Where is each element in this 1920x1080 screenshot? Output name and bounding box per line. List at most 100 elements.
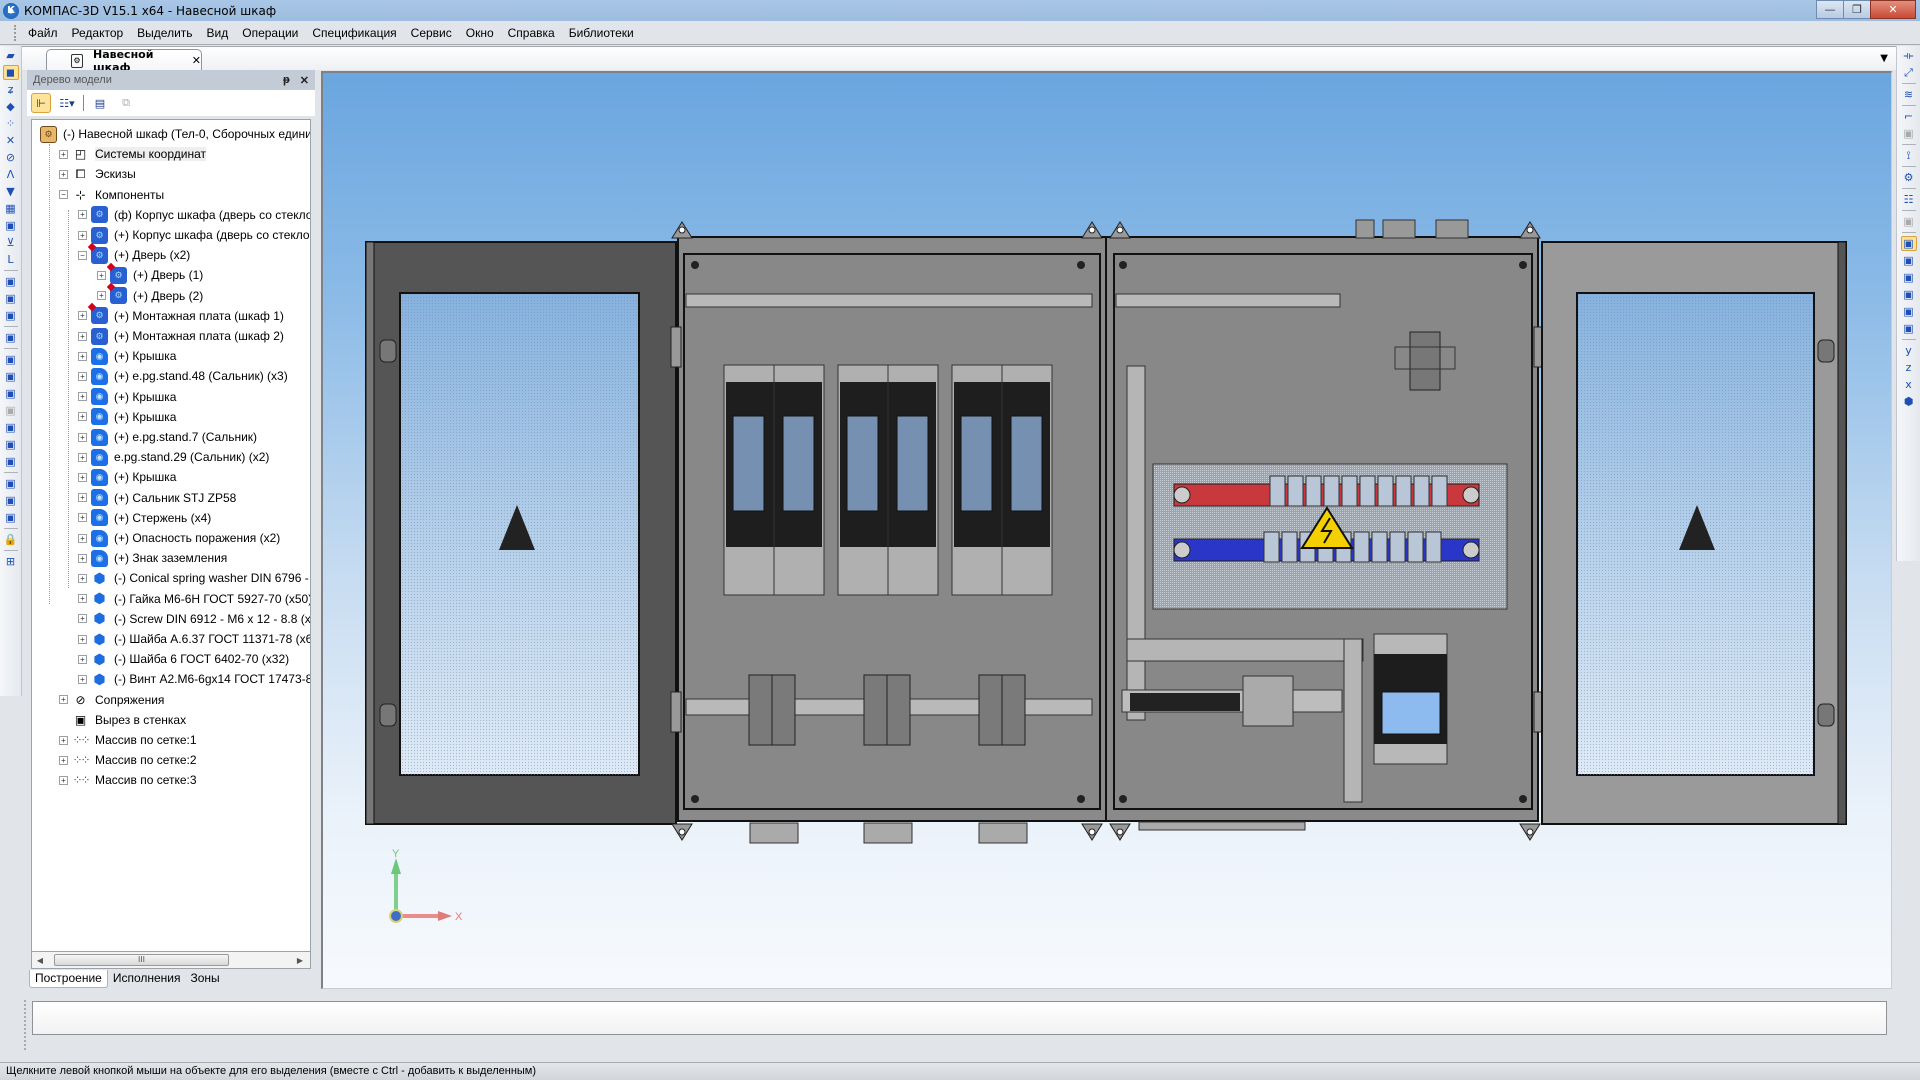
tree-item[interactable]: + ⁘⁘ Массив по сетке:1 <box>59 730 197 750</box>
hole-icon[interactable]: ▣ <box>3 352 19 367</box>
paperclip-icon[interactable]: ⊘ <box>3 150 19 165</box>
layers-icon[interactable]: ≋ <box>1901 87 1917 102</box>
copy-properties-icon[interactable]: ⧉ <box>116 93 136 113</box>
menu-file[interactable]: Файл <box>21 26 65 40</box>
tree-item[interactable]: + ⚙ (+) Монтажная плата (шкаф 1) <box>78 306 284 326</box>
front-view-icon[interactable]: ▣ <box>1901 253 1917 268</box>
right-view-icon[interactable]: ▣ <box>1901 304 1917 319</box>
document-tab[interactable]: ⚙ Навесной шкаф ✕ <box>46 48 202 74</box>
panel-close-icon[interactable]: ✕ <box>300 74 309 87</box>
tree-item[interactable]: + ◉ e.pg.stand.29 (Сальник) (x2) <box>78 447 269 467</box>
tree-item[interactable]: − ⊹ Компоненты <box>59 185 164 205</box>
expand-icon[interactable]: + <box>59 735 68 745</box>
tree-item[interactable]: + ⁘⁘ Массив по сетке:2 <box>59 750 197 770</box>
collapse-icon[interactable]: − <box>59 190 68 200</box>
left-view-icon[interactable]: ▣ <box>1901 287 1917 302</box>
tree-item[interactable]: + ⚙ (ф) Корпус шкафа (дверь со стеклом <box>78 205 310 225</box>
tree-item[interactable]: + ⚙ (+) Монтажная плата (шкаф 2) <box>78 326 284 346</box>
menu-grip[interactable] <box>14 24 17 41</box>
tree-item[interactable]: + ◉ (+) Крышка <box>78 467 176 487</box>
tree-item[interactable]: + ⚙ (+) Корпус шкафа (дверь со стеклом <box>78 225 310 245</box>
menu-help[interactable]: Справка <box>501 26 562 40</box>
expand-icon[interactable]: + <box>97 270 106 280</box>
document-properties-icon[interactable]: ▤ <box>90 93 110 113</box>
disabled-icon[interactable]: ▣ <box>3 403 19 418</box>
expand-icon[interactable]: + <box>78 351 87 361</box>
tree-item[interactable]: + ◰ Системы координат <box>59 144 206 164</box>
measure-icon[interactable]: ⊻ <box>3 235 19 250</box>
tab-build[interactable]: Построение <box>29 970 108 988</box>
tree-item[interactable]: ▣ Вырез в стенках <box>59 710 186 730</box>
view-disabled-icon[interactable]: ▣ <box>1901 214 1917 229</box>
tree-item[interactable]: + ⚙ (+) Дверь (1) <box>97 265 203 285</box>
right-door[interactable] <box>1541 241 1847 825</box>
create-component-icon[interactable]: ▣ <box>3 330 19 345</box>
menu-window[interactable]: Окно <box>459 26 501 40</box>
loft-icon[interactable]: ▣ <box>3 420 19 435</box>
dimension-icon[interactable]: ⟛ <box>1901 48 1917 63</box>
chamfer-icon[interactable]: ▣ <box>3 386 19 401</box>
tab-versions[interactable]: Исполнения <box>108 970 186 988</box>
expand-icon[interactable]: + <box>97 291 106 301</box>
right-cabinet[interactable] <box>1105 219 1545 831</box>
table-icon[interactable]: ▦ <box>3 201 19 216</box>
expand-icon[interactable]: + <box>78 573 87 583</box>
solid-view-icon[interactable]: ⬢ <box>1901 394 1917 409</box>
menu-view[interactable]: Вид <box>200 26 236 40</box>
compass-icon[interactable]: Λ <box>3 167 19 182</box>
tree-item[interactable]: + ◉ (+) Крышка <box>78 346 176 366</box>
expand-icon[interactable]: + <box>78 614 87 624</box>
expand-icon[interactable]: + <box>78 210 87 220</box>
menu-select[interactable]: Выделить <box>130 26 199 40</box>
pocket-icon[interactable]: ▣ <box>3 437 19 452</box>
expand-icon[interactable]: + <box>59 695 68 705</box>
command-input-bar[interactable] <box>32 1001 1887 1035</box>
view-y-icon[interactable]: y <box>1901 343 1917 358</box>
tab-list-dropdown-icon[interactable]: ▼ <box>1880 53 1888 64</box>
expand-icon[interactable]: + <box>59 775 68 785</box>
tree-item[interactable]: + ⁘⁘ Массив по сетке:3 <box>59 770 197 790</box>
pin-icon[interactable]: ᵽ <box>283 74 290 86</box>
expand-icon[interactable]: + <box>78 493 87 503</box>
menu-service[interactable]: Сервис <box>404 26 459 40</box>
expand-icon[interactable]: + <box>59 169 68 179</box>
scroll-thumb[interactable]: III <box>54 954 229 966</box>
tree-item[interactable]: + ⬢ (-) Шайба A.6.37 ГОСТ 11371-78 (x64) <box>78 629 310 649</box>
cabinet-model[interactable]: Y X <box>323 73 1892 989</box>
tree-item[interactable]: + ⬢ (-) Screw DIN 6912 - M6 x 12 - 8.8 (x1… <box>78 609 310 629</box>
expand-icon[interactable]: + <box>78 472 87 482</box>
view-z-icon[interactable]: z <box>1901 360 1917 375</box>
menu-specification[interactable]: Спецификация <box>305 26 403 40</box>
tree-structure-icon[interactable]: ⊩ <box>31 93 51 113</box>
menu-libraries[interactable]: Библиотеки <box>562 26 641 40</box>
command-bar-grip[interactable] <box>24 1000 27 1050</box>
left-cabinet[interactable] <box>670 236 1107 844</box>
rib-icon[interactable]: ▣ <box>3 454 19 469</box>
top-view-icon[interactable]: ▣ <box>1901 321 1917 336</box>
tree-item[interactable]: + ◉ (+) Опасность поражения (x2) <box>78 528 280 548</box>
left-door[interactable] <box>365 241 677 825</box>
expand-icon[interactable]: + <box>78 412 87 422</box>
tree-item[interactable]: + ◉ (+) Стержень (x4) <box>78 508 211 528</box>
tree-item[interactable]: + ⬢ (-) Гайка M6-6H ГОСТ 5927-70 (x50) <box>78 589 310 609</box>
edit-disabled-icon[interactable]: ▣ <box>1901 126 1917 141</box>
insert-component-icon[interactable]: ▣ <box>3 308 19 323</box>
mate-icon[interactable]: ✕ <box>3 133 19 148</box>
maximize-button[interactable]: ❐ <box>1843 0 1870 19</box>
3d-viewport[interactable]: Y X <box>321 71 1892 989</box>
scroll-left-icon[interactable]: ◀ <box>32 956 48 965</box>
expand-icon[interactable]: + <box>78 513 87 523</box>
array-icon[interactable]: ⁘ <box>3 116 19 131</box>
spec-icon[interactable]: ☷ <box>1901 192 1917 207</box>
tree-filter-icon[interactable]: ☷▾ <box>57 93 77 113</box>
expand-icon[interactable]: + <box>78 392 87 402</box>
menu-edit[interactable]: Редактор <box>65 26 131 40</box>
tree-item[interactable]: + ⬢ (-) Conical spring washer DIN 6796 - 6 <box>78 568 310 588</box>
move-icon[interactable]: ▣ <box>3 476 19 491</box>
expand-icon[interactable]: + <box>78 230 87 240</box>
expand-icon[interactable]: + <box>78 432 87 442</box>
lock-icon[interactable]: 🔒 <box>3 532 19 547</box>
tab-zones[interactable]: Зоны <box>186 970 225 988</box>
expand-icon[interactable]: + <box>59 149 68 159</box>
library-icon[interactable]: ⊞ <box>3 554 19 569</box>
